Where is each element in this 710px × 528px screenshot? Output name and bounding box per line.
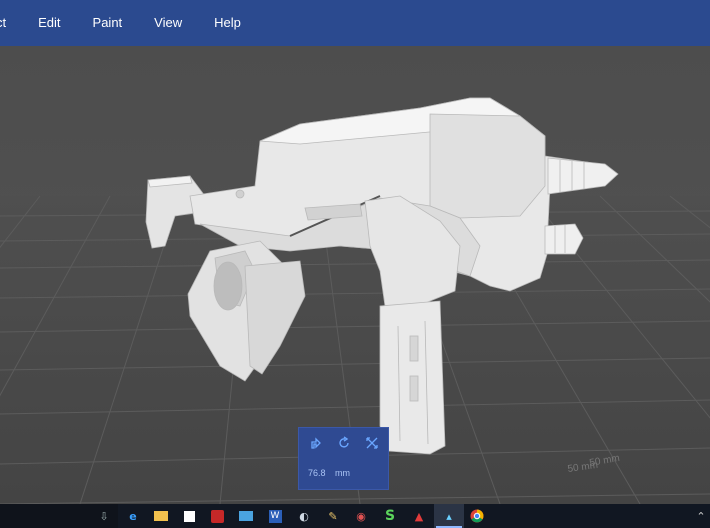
chrome-icon[interactable] [468, 507, 486, 525]
edge-icon[interactable]: e [124, 507, 142, 525]
menu-project[interactable]: ct [0, 0, 22, 46]
word-icon[interactable]: W [266, 507, 284, 525]
download-icon[interactable]: ⇩ [95, 507, 113, 525]
paint-icon[interactable]: ✎ [324, 507, 342, 525]
3d-viewport[interactable]: 50 mm 50 mm 76.8 mm [0, 46, 710, 504]
store-icon[interactable] [180, 507, 198, 525]
menu-help[interactable]: Help [198, 0, 257, 46]
dimension-value[interactable]: 76.8 [308, 468, 326, 478]
photos-icon[interactable] [237, 507, 255, 525]
menu-edit[interactable]: Edit [22, 0, 76, 46]
menu-paint[interactable]: Paint [77, 0, 139, 46]
menu-bar: ct Edit Paint View Help [0, 0, 710, 46]
eye-app-icon[interactable]: ◉ [352, 507, 370, 525]
move-icon[interactable] [307, 436, 325, 454]
active-app-icon[interactable]: ▴ [440, 507, 458, 525]
power-app-icon[interactable] [208, 507, 226, 525]
transform-tool-panel: 76.8 mm [298, 427, 389, 490]
scale-icon[interactable] [363, 436, 381, 454]
rotate-icon[interactable] [335, 436, 353, 454]
dimension-unit: mm [335, 468, 350, 478]
s-app-icon[interactable]: S [381, 507, 399, 525]
steam-icon[interactable]: ◐ [295, 507, 313, 525]
vlc-app-icon[interactable]: ▲ [410, 507, 428, 525]
file-explorer-icon[interactable] [152, 507, 170, 525]
chevron-up-icon[interactable]: ⌃ [692, 507, 710, 525]
menu-view[interactable]: View [138, 0, 198, 46]
taskbar: ⇩ e W ◐ ✎ ◉ S ▲ ▴ ⌃ [0, 504, 710, 528]
